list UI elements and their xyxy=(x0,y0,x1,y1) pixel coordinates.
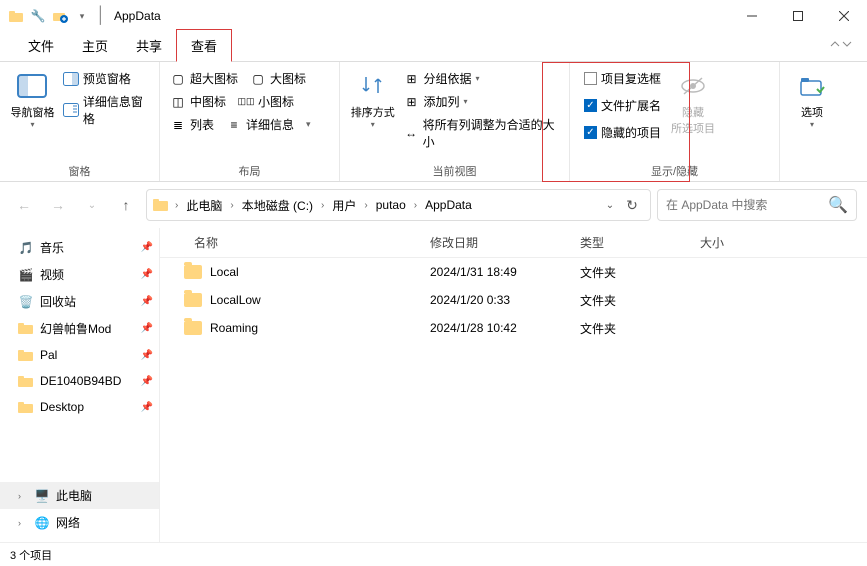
pin-icon: 📌 xyxy=(141,350,153,361)
quick-icon xyxy=(18,399,34,415)
address-bar: ← → ⌄ ↑ › 此电脑› 本地磁盘 (C:)› 用户› putao› App… xyxy=(0,182,867,228)
pin-icon: 📌 xyxy=(141,402,153,413)
nav-pane-button[interactable]: 导航窗格 ▾ xyxy=(10,70,55,129)
group-button[interactable]: ⊞分组依据▾ xyxy=(404,70,560,87)
crumb-appdata[interactable]: AppData xyxy=(419,194,478,216)
pin-icon: 📌 xyxy=(141,296,153,307)
status-bar: 3 个项目 xyxy=(0,542,867,566)
hidden-items-toggle[interactable]: ✓隐藏的项目 xyxy=(584,124,661,141)
search-box[interactable]: 🔍 xyxy=(657,189,857,221)
pin-icon: 📌 xyxy=(141,376,153,387)
search-icon: 🔍 xyxy=(828,195,848,215)
explorer-icon xyxy=(6,6,26,26)
search-input[interactable] xyxy=(666,198,822,212)
details-button[interactable]: ≡详细信息 xyxy=(226,116,294,133)
new-folder-icon[interactable] xyxy=(50,6,70,26)
col-date[interactable]: 修改日期 xyxy=(430,234,478,251)
folder-icon xyxy=(184,321,202,335)
back-button[interactable]: ← xyxy=(10,191,38,219)
close-button[interactable] xyxy=(821,0,867,32)
sidebar-item-quick[interactable]: 🎵音乐📌 xyxy=(0,234,159,261)
sidebar-item-quick[interactable]: DE1040B94BD📌 xyxy=(0,368,159,394)
large-icons-button[interactable]: ▢大图标 xyxy=(250,70,306,87)
table-row[interactable]: LocalLow2024/1/20 0:33文件夹 xyxy=(160,286,867,314)
crumb-user[interactable]: putao xyxy=(370,194,412,216)
quick-icon xyxy=(18,321,34,337)
network-icon: 🌐 xyxy=(34,515,50,531)
pin-icon: 📌 xyxy=(141,323,153,334)
pin-icon: 📌 xyxy=(141,242,153,253)
sidebar-item-pc[interactable]: ›🖥️此电脑 xyxy=(0,482,159,509)
panes-group-label: 窗格 xyxy=(10,163,149,179)
col-type[interactable]: 类型 xyxy=(580,234,604,251)
ribbon: 导航窗格 ▾ 预览窗格 详细信息窗格 窗格 ▢超大图标 ▢大图标 ◫中图标 ◫◫ xyxy=(0,62,867,182)
forward-button[interactable]: → xyxy=(44,191,72,219)
col-size[interactable]: 大小 xyxy=(700,234,724,251)
preview-pane-button[interactable]: 预览窗格 xyxy=(63,70,149,87)
layout-group-label: 布局 xyxy=(170,163,329,179)
dropdown-icon[interactable]: ▾ xyxy=(72,6,92,26)
maximize-button[interactable] xyxy=(775,0,821,32)
tab-view[interactable]: 查看 xyxy=(176,29,232,62)
sort-button[interactable]: 排序方式 ▾ xyxy=(350,70,396,129)
breadcrumb[interactable]: › 此电脑› 本地磁盘 (C:)› 用户› putao› AppData ⌄ ↻ xyxy=(146,189,651,221)
medium-icons-button[interactable]: ◫中图标 xyxy=(170,93,226,110)
properties-icon[interactable]: 🔧 xyxy=(28,6,48,26)
file-ext-toggle[interactable]: ✓文件扩展名 xyxy=(584,97,661,114)
add-columns-button[interactable]: ⊞添加列▾ xyxy=(404,93,560,110)
view-group-label: 当前视图 xyxy=(350,163,559,179)
col-name[interactable]: 名称 xyxy=(194,234,218,251)
xl-icons-button[interactable]: ▢超大图标 xyxy=(170,70,238,87)
tab-file[interactable]: 文件 xyxy=(14,30,68,61)
refresh-button[interactable]: ↻ xyxy=(620,191,644,219)
fit-columns-button[interactable]: ↔将所有列调整为合适的大小 xyxy=(404,116,560,150)
quick-icon: 🎵 xyxy=(18,240,34,256)
tab-bar: 文件 主页 共享 查看 xyxy=(0,32,867,62)
folder-icon xyxy=(184,293,202,307)
crumb-pc[interactable]: 此电脑 xyxy=(180,193,228,218)
crumb-drive[interactable]: 本地磁盘 (C:) xyxy=(236,193,319,218)
status-text: 3 个项目 xyxy=(10,547,52,563)
window-title: AppData xyxy=(114,9,161,23)
quick-icon xyxy=(18,373,34,389)
minimize-button[interactable] xyxy=(729,0,775,32)
options-button[interactable]: 选项 ▾ xyxy=(790,70,834,129)
ribbon-toggle[interactable] xyxy=(829,38,853,50)
quick-icon xyxy=(18,347,34,363)
showhide-group-label: 显示/隐藏 xyxy=(580,163,769,179)
sidebar-item-quick[interactable]: 幻兽帕鲁Mod📌 xyxy=(0,315,159,342)
sidebar-item-quick[interactable]: 🗑️回收站📌 xyxy=(0,288,159,315)
sidebar-item-quick[interactable]: Desktop📌 xyxy=(0,394,159,420)
title-bar: 🔧 ▾ │ AppData xyxy=(0,0,867,32)
tab-share[interactable]: 共享 xyxy=(122,30,176,61)
folder-icon xyxy=(184,265,202,279)
details-pane-button[interactable]: 详细信息窗格 xyxy=(63,93,149,127)
list-button[interactable]: ≣列表 xyxy=(170,116,214,133)
separator: │ xyxy=(96,7,106,25)
up-button[interactable]: ↑ xyxy=(112,191,140,219)
small-icons-button[interactable]: ◫◫小图标 xyxy=(238,93,294,110)
recent-dropdown[interactable]: ⌄ xyxy=(78,191,106,219)
sidebar: 🎵音乐📌🎬视频📌🗑️回收站📌幻兽帕鲁Mod📌Pal📌DE1040B94BD📌De… xyxy=(0,228,160,542)
file-list: 名称 修改日期 类型 大小 Local2024/1/31 18:49文件夹Loc… xyxy=(160,228,867,542)
sidebar-item-quick[interactable]: 🎬视频📌 xyxy=(0,261,159,288)
pin-icon: 📌 xyxy=(141,269,153,280)
table-row[interactable]: Roaming2024/1/28 10:42文件夹 xyxy=(160,314,867,342)
tab-home[interactable]: 主页 xyxy=(68,30,122,61)
quick-icon: 🗑️ xyxy=(18,294,34,310)
sidebar-item-quick[interactable]: Pal📌 xyxy=(0,342,159,368)
crumb-users[interactable]: 用户 xyxy=(326,193,362,218)
folder-icon xyxy=(153,198,169,212)
sidebar-item-network[interactable]: ›🌐网络 xyxy=(0,509,159,536)
hide-selected-button[interactable]: 隐藏 所选项目 xyxy=(669,70,717,136)
path-dropdown[interactable]: ⌄ xyxy=(600,191,620,219)
quick-icon: 🎬 xyxy=(18,267,34,283)
item-checkboxes-toggle[interactable]: 项目复选框 xyxy=(584,70,661,87)
table-row[interactable]: Local2024/1/31 18:49文件夹 xyxy=(160,258,867,286)
pc-icon: 🖥️ xyxy=(34,488,50,504)
